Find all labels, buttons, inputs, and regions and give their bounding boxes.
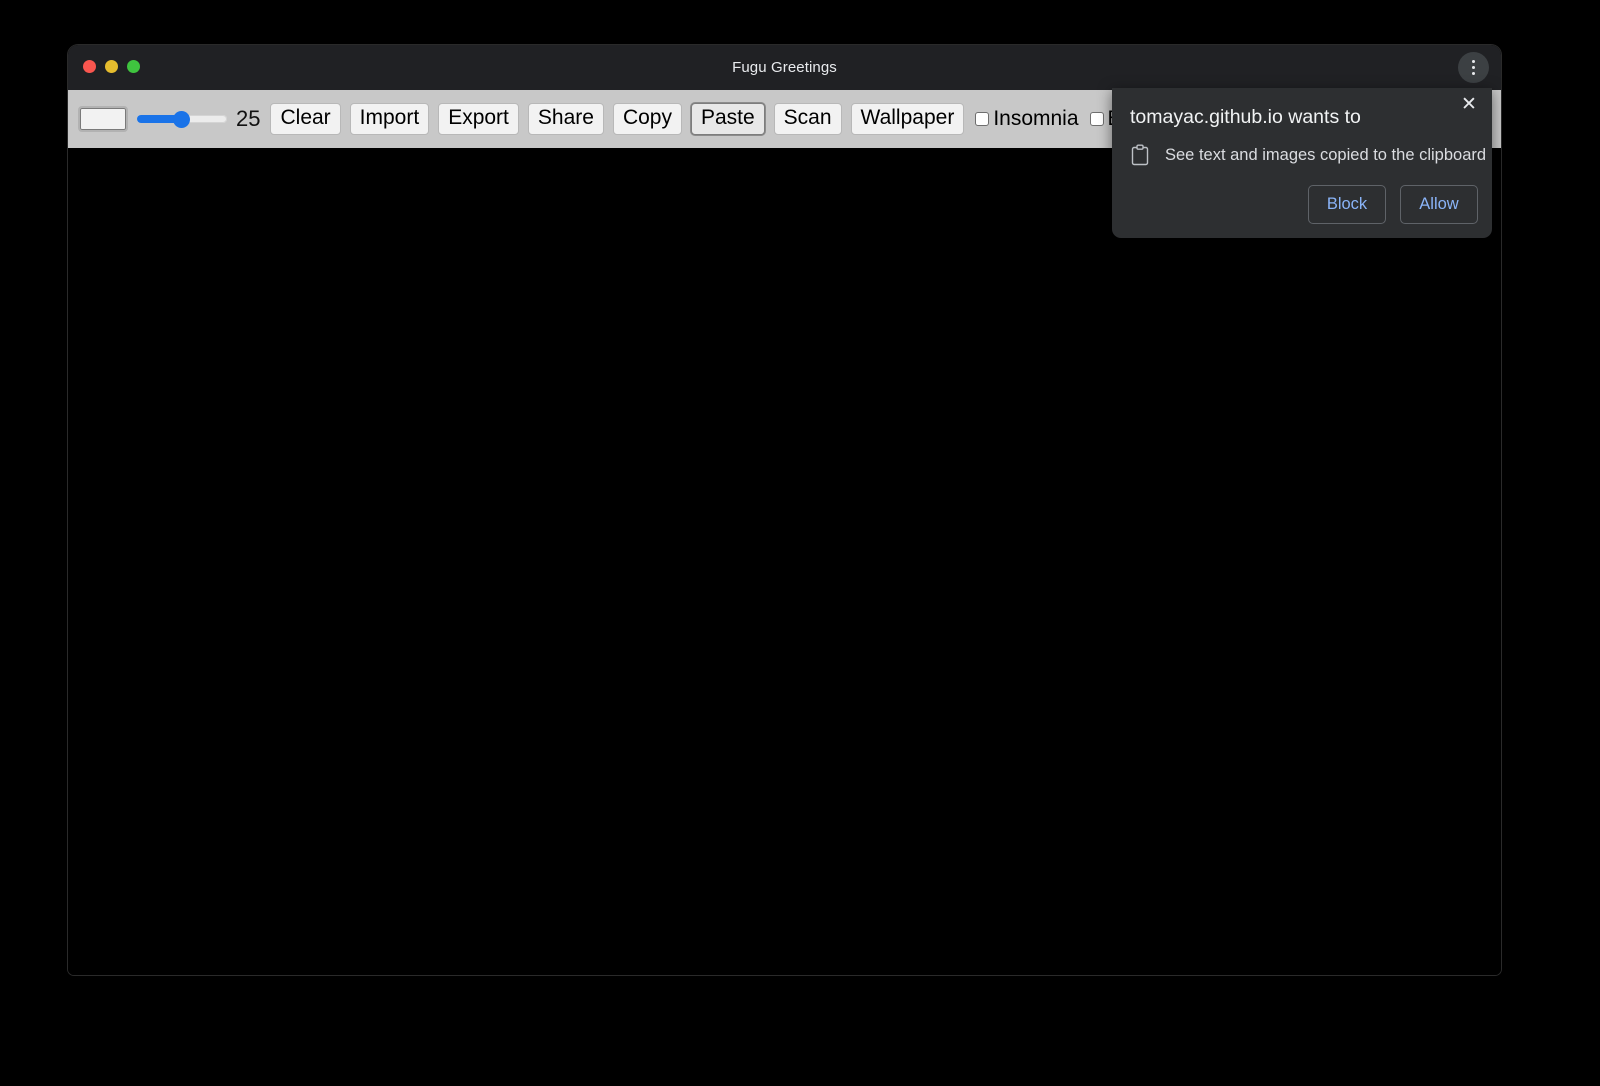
wallpaper-button[interactable]: Wallpaper [851,103,965,135]
allow-button[interactable]: Allow [1400,185,1478,224]
checkbox-box[interactable] [1090,112,1104,126]
clipboard-permission-dialog: ✕ tomayac.github.io wants to See text an… [1112,88,1492,238]
dialog-actions: Block Allow [1308,185,1478,224]
export-button[interactable]: Export [438,103,519,135]
insomnia-checkbox[interactable]: Insomnia [975,107,1078,131]
checkbox-box[interactable] [975,112,989,126]
drawing-canvas[interactable] [68,148,1501,975]
screen: Fugu Greetings 25 Clear Import Export Sh… [0,0,1600,1086]
dialog-title: tomayac.github.io wants to [1130,106,1361,129]
thickness-value: 25 [236,106,260,132]
thickness-slider[interactable] [137,108,227,130]
insomnia-label: Insomnia [993,107,1078,131]
window-title: Fugu Greetings [68,59,1501,76]
paste-button[interactable]: Paste [691,103,765,135]
clear-button[interactable]: Clear [270,103,340,135]
permission-row: See text and images copied to the clipbo… [1130,144,1486,166]
close-icon[interactable]: ✕ [1458,94,1480,116]
share-button[interactable]: Share [528,103,604,135]
menu-dot [1472,72,1475,75]
title-bar: Fugu Greetings [68,45,1501,90]
clipboard-icon [1130,144,1150,166]
three-dot-menu-icon[interactable] [1458,52,1489,83]
block-button[interactable]: Block [1308,185,1386,224]
color-picker-icon[interactable] [78,106,128,132]
menu-dot [1472,66,1475,69]
copy-button[interactable]: Copy [613,103,682,135]
menu-dot [1472,60,1475,63]
permission-description: See text and images copied to the clipbo… [1165,146,1486,165]
scan-button[interactable]: Scan [774,103,842,135]
slider-thumb[interactable] [173,111,190,128]
import-button[interactable]: Import [350,103,430,135]
